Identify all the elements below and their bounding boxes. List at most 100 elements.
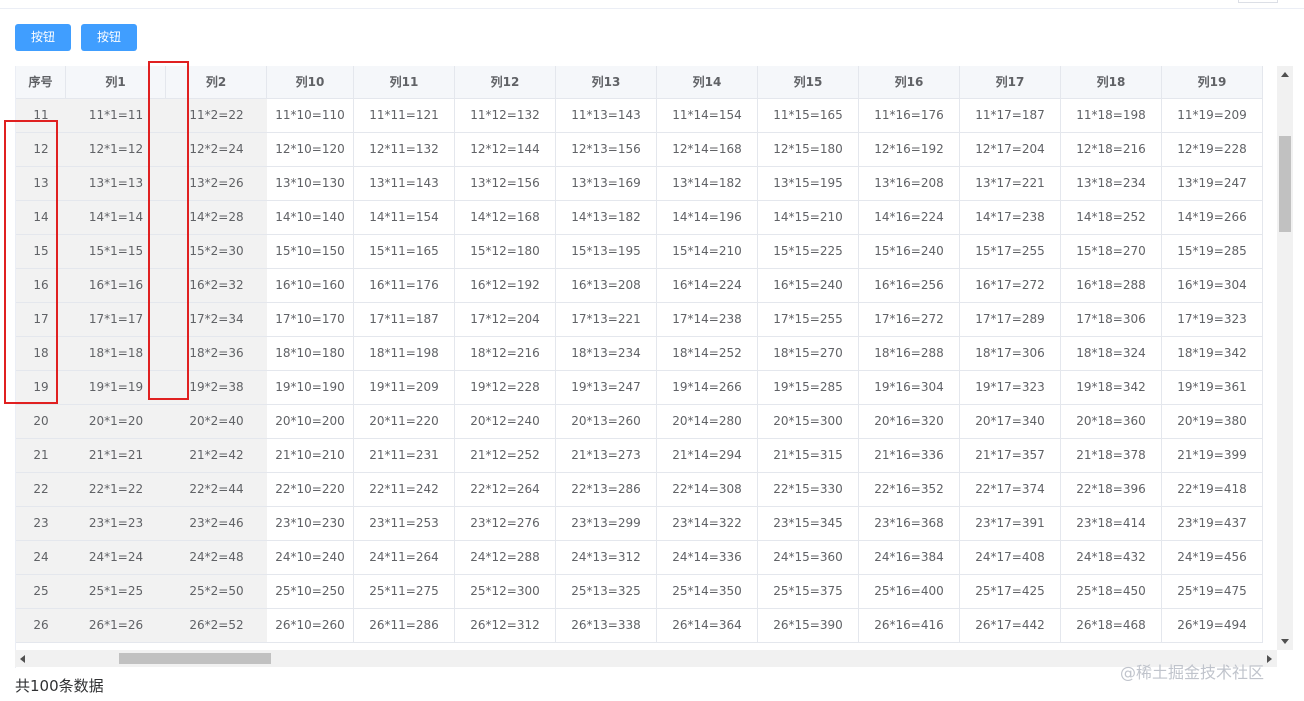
table-cell: 24*16=384 [859,541,960,575]
top-right-control [1238,0,1278,3]
table-cell: 14*18=252 [1061,201,1162,235]
table-cell: 14*1=14 [66,201,166,235]
column-header[interactable]: 列2 [166,66,267,99]
horizontal-scrollbar[interactable] [15,650,1277,667]
table-cell: 25*15=375 [758,575,859,609]
table-cell: 20*10=200 [267,405,354,439]
table-cell: 16*18=288 [1061,269,1162,303]
table-cell: 18 [16,337,66,371]
table-cell: 14*11=154 [354,201,455,235]
table-cell: 17*18=306 [1061,303,1162,337]
table-cell: 23*11=253 [354,507,455,541]
column-header[interactable]: 列15 [758,66,859,99]
table-cell: 19*15=285 [758,371,859,405]
table-cell: 20*1=20 [66,405,166,439]
table-cell: 14*13=182 [556,201,657,235]
table-cell: 18*18=324 [1061,337,1162,371]
table-cell: 18*19=342 [1162,337,1263,371]
table-row[interactable]: 19 19*1=19 19*2=38 19*10=190 19*11=209 19*12=… [16,371,1278,405]
table-row[interactable]: 22 22*1=22 22*2=44 22*10=220 22*11=242 22*12=… [16,473,1278,507]
table-cell: 25*16=400 [859,575,960,609]
table-cell: 25*2=50 [166,575,267,609]
table-cell: 17*19=323 [1162,303,1263,337]
table-cell: 15*18=270 [1061,235,1162,269]
table-cell: 22*18=396 [1061,473,1162,507]
table-cell: 18*1=18 [66,337,166,371]
column-header[interactable]: 列12 [455,66,556,99]
table-cell: 20*14=280 [657,405,758,439]
table-row[interactable]: 18 18*1=18 18*2=36 18*10=180 18*11=198 18*12=… [16,337,1278,371]
table-cell: 16*11=176 [354,269,455,303]
table-cell: 13*19=247 [1162,167,1263,201]
table-cell: 24 [16,541,66,575]
scroll-up-icon[interactable] [1281,72,1289,77]
column-header[interactable]: 列14 [657,66,758,99]
column-header[interactable]: 列11 [354,66,455,99]
table-cell: 18*10=180 [267,337,354,371]
table-cell: 19*12=228 [455,371,556,405]
horizontal-scroll-thumb[interactable] [119,653,271,664]
vertical-scroll-thumb[interactable] [1279,136,1291,232]
table-cell: 12*11=132 [354,133,455,167]
vertical-scrollbar[interactable] [1277,66,1293,650]
table-cell: 11*17=187 [960,99,1061,133]
data-table: 序号 列1 列2 列10 列11 列12 列13 列14 列15 列16 列17 列18 列19 11 1… [15,66,1294,668]
table-cell: 22 [16,473,66,507]
table-cell: 23*19=437 [1162,507,1263,541]
column-header[interactable]: 列16 [859,66,960,99]
table-cell: 16*10=160 [267,269,354,303]
table-cell: 13*10=130 [267,167,354,201]
scroll-down-icon[interactable] [1281,639,1289,644]
table-cell: 25*10=250 [267,575,354,609]
table-cell: 22*13=286 [556,473,657,507]
table-cell: 19*1=19 [66,371,166,405]
table-cell: 22*2=44 [166,473,267,507]
table-cell: 24*11=264 [354,541,455,575]
table-row[interactable]: 24 24*1=24 24*2=48 24*10=240 24*11=264 24*12=… [16,541,1278,575]
table-row[interactable]: 23 23*1=23 23*2=46 23*10=230 23*11=253 23*12=… [16,507,1278,541]
table-cell: 11*11=121 [354,99,455,133]
column-header[interactable]: 列17 [960,66,1061,99]
table-cell: 17*1=17 [66,303,166,337]
column-header[interactable]: 列10 [267,66,354,99]
table-cell: 23*15=345 [758,507,859,541]
table-row[interactable]: 17 17*1=17 17*2=34 17*10=170 17*11=187 17*12=… [16,303,1278,337]
column-header[interactable]: 列13 [556,66,657,99]
table-cell: 11*1=11 [66,99,166,133]
table-cell: 21*13=273 [556,439,657,473]
table-row[interactable]: 21 21*1=21 21*2=42 21*10=210 21*11=231 21*12=… [16,439,1278,473]
table-cell: 15*19=285 [1162,235,1263,269]
table-row[interactable]: 26 26*1=26 26*2=52 26*10=260 26*11=286 26*12=… [16,609,1278,643]
table-cell: 24*18=432 [1061,541,1162,575]
table-cell: 15*16=240 [859,235,960,269]
column-header[interactable]: 列19 [1162,66,1263,99]
table-row[interactable]: 20 20*1=20 20*2=40 20*10=200 20*11=220 20*12=… [16,405,1278,439]
table-cell: 19*11=209 [354,371,455,405]
table-row[interactable]: 13 13*1=13 13*2=26 13*10=130 13*11=143 13*12=… [16,167,1278,201]
scroll-right-icon[interactable] [1267,655,1272,663]
scroll-left-icon[interactable] [20,655,25,663]
table-row[interactable]: 16 16*1=16 16*2=32 16*10=160 16*11=176 16*12=… [16,269,1278,303]
table-row[interactable]: 15 15*1=15 15*2=30 15*10=150 15*11=165 15*12=… [16,235,1278,269]
table-cell: 15*14=210 [657,235,758,269]
table-row[interactable]: 25 25*1=25 25*2=50 25*10=250 25*11=275 25*12=… [16,575,1278,609]
column-header[interactable]: 列18 [1061,66,1162,99]
table-cell: 25 [16,575,66,609]
table-row[interactable]: 11 11*1=11 11*2=22 11*10=110 11*11=121 11*12=… [16,99,1278,133]
table-cell: 22*16=352 [859,473,960,507]
column-header[interactable]: 列1 [66,66,166,99]
table-cell: 11*15=165 [758,99,859,133]
table-row[interactable]: 14 14*1=14 14*2=28 14*10=140 14*11=154 14*12=… [16,201,1278,235]
table-cell: 23*12=276 [455,507,556,541]
table-cell: 26*14=364 [657,609,758,643]
table-cell: 17*14=238 [657,303,758,337]
table-cell: 12*12=144 [455,133,556,167]
table-cell: 20*2=40 [166,405,267,439]
button-2[interactable]: 按钮 [81,24,137,51]
table-cell: 14*19=266 [1162,201,1263,235]
table-cell: 18*13=234 [556,337,657,371]
table-cell: 15*17=255 [960,235,1061,269]
button-1[interactable]: 按钮 [15,24,71,51]
table-row[interactable]: 12 12*1=12 12*2=24 12*10=120 12*11=132 12*12=… [16,133,1278,167]
column-header[interactable]: 序号 [16,66,66,99]
